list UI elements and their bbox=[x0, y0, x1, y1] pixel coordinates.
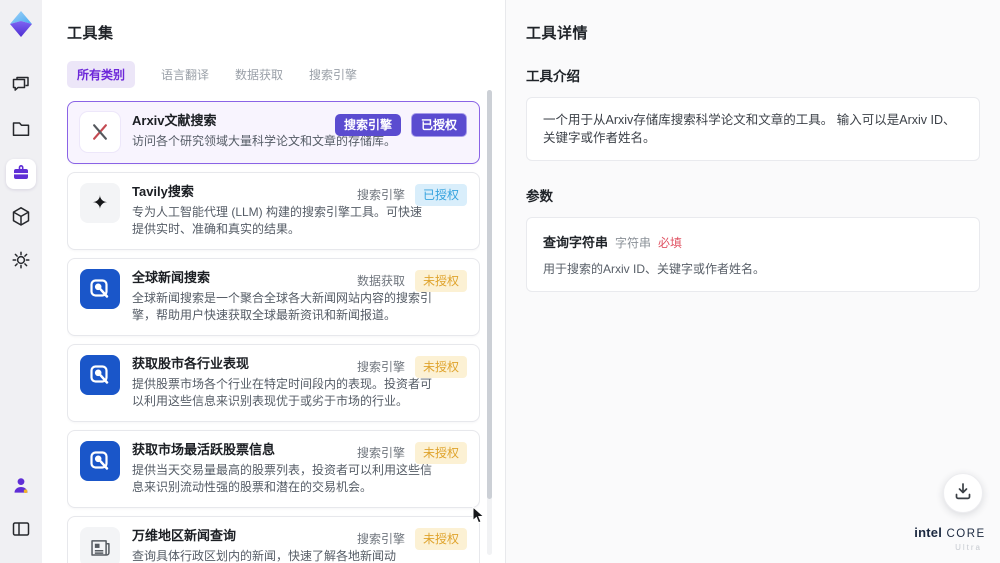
tool-auth-badge: 已授权 bbox=[414, 184, 467, 206]
tool-tags: 数据获取 未授权 bbox=[357, 270, 467, 292]
download-button[interactable] bbox=[943, 473, 983, 513]
sidebar-item-files[interactable] bbox=[6, 115, 36, 145]
tool-card[interactable]: ✦ Tavily搜索 专为人工智能代理 (LLM) 构建的搜索引擎工具。可快速提… bbox=[67, 172, 480, 250]
newspaper-icon bbox=[91, 540, 110, 556]
tool-auth-badge: 已授权 bbox=[410, 113, 467, 137]
tool-tags: 搜索引擎 未授权 bbox=[357, 442, 467, 464]
tool-description: 提供当天交易量最高的股票列表，投资者可以利用这些信息来识别流动性强的股票和潜在的… bbox=[132, 463, 433, 494]
tab-all[interactable]: 所有类别 bbox=[67, 61, 136, 88]
sidebar-item-settings[interactable] bbox=[6, 247, 36, 277]
tavily-star-icon: ✦ bbox=[92, 192, 108, 214]
scrollbar-thumb[interactable] bbox=[487, 90, 492, 500]
tool-card[interactable]: 全球新闻搜索 全球新闻搜索是一个聚合全球各大新闻网站内容的搜索引擎，帮助用户快速… bbox=[67, 258, 480, 336]
tool-description: 提供股票市场各个行业在特定时间段内的表现。投资者可以利用这些信息来识别表现优于或… bbox=[132, 377, 433, 408]
tool-icon bbox=[80, 269, 120, 309]
tool-tags: 搜索引擎 未授权 bbox=[357, 356, 467, 378]
intel-core-logo: intel CORE Ultra bbox=[914, 526, 986, 554]
intro-section-title: 工具介绍 bbox=[526, 69, 580, 84]
search-logo-icon bbox=[90, 451, 109, 470]
tool-card[interactable]: 万维地区新闻查询 查询具体行政区划内的新闻，快速了解各地新闻动 搜索引擎 未授权 bbox=[67, 516, 480, 563]
tool-card[interactable]: 获取市场最活跃股票信息 提供当天交易量最高的股票列表，投资者可以利用这些信息来识… bbox=[67, 430, 480, 508]
tool-description: 查询具体行政区划内的新闻，快速了解各地新闻动 bbox=[132, 549, 397, 563]
ultra-variant-text: Ultra bbox=[955, 543, 982, 552]
tab-search[interactable]: 搜索引擎 bbox=[309, 66, 357, 83]
tool-category-tag: 搜索引擎 bbox=[356, 360, 405, 374]
list-scrollbar[interactable] bbox=[487, 90, 492, 555]
arxiv-logo-icon bbox=[93, 124, 107, 140]
tool-intro-text: 一个用于从Arxiv存储库搜索科学论文和文章的工具。 输入可以是Arxiv ID… bbox=[526, 97, 980, 161]
briefcase-icon bbox=[9, 160, 33, 189]
tool-icon bbox=[80, 355, 120, 395]
search-logo-icon bbox=[90, 365, 109, 384]
tool-list-pane: 工具集 所有类别 语言翻译 数据获取 搜索引擎 Arxiv文献搜索 访问各个研究领域大… bbox=[42, 0, 505, 563]
search-logo-icon bbox=[90, 279, 109, 298]
tool-auth-badge: 未授权 bbox=[414, 442, 467, 464]
tool-auth-badge: 未授权 bbox=[414, 270, 467, 292]
core-brand-text: CORE bbox=[946, 528, 986, 540]
gear-icon bbox=[10, 249, 32, 276]
tool-card[interactable]: 获取股市各行业表现 提供股票市场各个行业在特定时间段内的表现。投资者可以利用这些… bbox=[67, 344, 480, 422]
tool-category-tag: 搜索引擎 bbox=[334, 114, 401, 136]
parameter-name: 查询字符串 bbox=[543, 235, 609, 250]
parameter-card: 查询字符串 字符串 必填 用于搜索的Arxiv ID、关键字或作者姓名。 bbox=[526, 217, 980, 292]
sidebar-item-chat[interactable] bbox=[6, 71, 36, 101]
tool-auth-badge: 未授权 bbox=[414, 356, 467, 378]
intel-brand-text: intel bbox=[914, 525, 943, 540]
tool-category-tag: 搜索引擎 bbox=[356, 188, 405, 202]
tool-description: 全球新闻搜索是一个聚合全球各大新闻网站内容的搜索引擎，帮助用户快速获取全球最新资… bbox=[132, 291, 433, 322]
tool-card[interactable]: Arxiv文献搜索 访问各个研究领域大量科学论文和文章的存储库。 搜索引擎 已授… bbox=[67, 101, 480, 164]
tool-category-tag: 搜索引擎 bbox=[356, 532, 405, 546]
download-icon bbox=[952, 480, 974, 507]
tool-description: 专为人工智能代理 (LLM) 构建的搜索引擎工具。可快速提供实时、准确和真实的结… bbox=[132, 205, 423, 236]
tool-icon bbox=[80, 441, 120, 481]
tool-tags: 搜索引擎 未授权 bbox=[357, 528, 467, 550]
sidebar-item-panel-toggle[interactable] bbox=[6, 516, 36, 546]
chat-icon bbox=[10, 73, 32, 100]
tool-auth-badge: 未授权 bbox=[414, 528, 467, 550]
tab-data[interactable]: 数据获取 bbox=[235, 66, 283, 83]
tool-detail-pane: 工具详情 工具介绍 一个用于从Arxiv存储库搜索科学论文和文章的工具。 输入可… bbox=[505, 0, 1000, 563]
folder-icon bbox=[10, 117, 32, 144]
sidebar-rail bbox=[0, 0, 42, 563]
detail-title: 工具详情 bbox=[526, 25, 589, 42]
tool-tags: 搜索引擎 已授权 bbox=[334, 113, 467, 137]
tool-icon bbox=[80, 527, 120, 563]
user-icon bbox=[10, 474, 32, 501]
sidebar-item-models[interactable] bbox=[6, 203, 36, 233]
tool-tags: 搜索引擎 已授权 bbox=[357, 184, 467, 206]
sidebar-item-toolbox[interactable] bbox=[6, 159, 36, 189]
tool-icon bbox=[80, 112, 120, 152]
parameter-description: 用于搜索的Arxiv ID、关键字或作者姓名。 bbox=[543, 262, 766, 276]
sidebar-item-account[interactable] bbox=[6, 472, 36, 502]
tool-category-tag: 搜索引擎 bbox=[356, 446, 405, 460]
parameter-type: 字符串 bbox=[615, 236, 652, 250]
panel-toggle-icon bbox=[10, 518, 32, 545]
tool-category-tag: 数据获取 bbox=[356, 274, 405, 288]
tab-translate[interactable]: 语言翻译 bbox=[161, 66, 209, 83]
parameter-required-badge: 必填 bbox=[658, 236, 683, 250]
tool-icon: ✦ bbox=[80, 183, 120, 223]
category-tabs: 所有类别 语言翻译 数据获取 搜索引擎 bbox=[67, 61, 505, 88]
page-title: 工具集 bbox=[67, 25, 114, 42]
app-logo-icon bbox=[5, 8, 37, 40]
tool-list: Arxiv文献搜索 访问各个研究领域大量科学论文和文章的存储库。 搜索引擎 已授… bbox=[67, 101, 480, 563]
cube-icon bbox=[10, 205, 32, 232]
params-section-title: 参数 bbox=[526, 189, 553, 204]
app-window: 工具集 所有类别 语言翻译 数据获取 搜索引擎 Arxiv文献搜索 访问各个研究领域大… bbox=[0, 0, 1000, 563]
